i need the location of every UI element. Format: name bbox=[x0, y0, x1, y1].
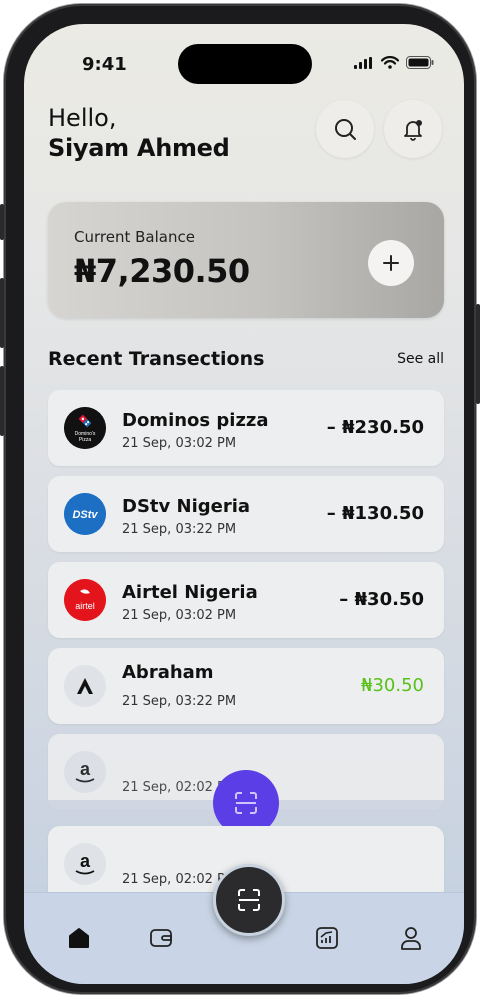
search-icon bbox=[335, 119, 356, 140]
transaction-amount: – ₦30.50 bbox=[339, 589, 424, 610]
transaction-amount: – ₦130.50 bbox=[326, 503, 424, 524]
add-money-button[interactable] bbox=[368, 240, 414, 286]
amazon-logo-icon: a bbox=[64, 751, 106, 793]
transaction-amount: – ₦230.50 bbox=[326, 417, 424, 438]
transaction-row-dominos[interactable]: Domino's Pizza Dominos pizza 21 Sep, 03:… bbox=[48, 390, 444, 466]
transaction-name: Abraham bbox=[122, 662, 214, 683]
amazon-logo-icon: a bbox=[64, 843, 106, 885]
see-all-link[interactable]: See all bbox=[397, 351, 444, 367]
home-icon bbox=[69, 928, 89, 948]
tab-home[interactable] bbox=[64, 923, 94, 953]
phone-frame: 9:41 Hello, Siyam Ahmed Current Balance … bbox=[0, 4, 480, 994]
scan-button[interactable] bbox=[213, 864, 285, 936]
chart-icon bbox=[316, 927, 338, 949]
greeting-text: Hello, bbox=[48, 104, 117, 132]
user-icon bbox=[401, 927, 421, 950]
plus-icon bbox=[383, 255, 399, 271]
balance-label: Current Balance bbox=[74, 228, 195, 246]
transaction-row-airtel[interactable]: airtel Airtel Nigeria 21 Sep, 03:02 PM –… bbox=[48, 562, 444, 638]
volume-down-button bbox=[0, 366, 4, 436]
search-button[interactable] bbox=[316, 100, 374, 158]
svg-text:airtel: airtel bbox=[75, 601, 95, 611]
abraham-logo-icon bbox=[64, 665, 106, 707]
svg-text:a: a bbox=[80, 759, 91, 779]
screen: 9:41 Hello, Siyam Ahmed Current Balance … bbox=[24, 24, 464, 984]
power-button bbox=[476, 304, 480, 404]
transaction-date: 21 Sep, 03:02 PM bbox=[122, 608, 237, 623]
wallet-icon bbox=[150, 929, 172, 947]
transaction-date: 21 Sep, 03:22 PM bbox=[122, 522, 237, 537]
transaction-name: Airtel Nigeria bbox=[122, 582, 258, 603]
volume-up-button bbox=[0, 278, 4, 348]
scan-icon bbox=[238, 889, 260, 911]
tab-stats[interactable] bbox=[312, 923, 342, 953]
greeting-block: Hello, Siyam Ahmed bbox=[48, 104, 230, 162]
section-title: Recent Transections bbox=[48, 348, 265, 370]
signal-icon bbox=[354, 56, 372, 69]
scan-icon bbox=[235, 792, 257, 814]
dynamic-island bbox=[178, 44, 312, 84]
svg-text:DStv: DStv bbox=[72, 509, 98, 521]
tab-wallet[interactable] bbox=[146, 923, 176, 953]
dominos-logo-icon: Domino's Pizza bbox=[64, 407, 106, 449]
transaction-date: 21 Sep, 03:02 PM bbox=[122, 436, 237, 451]
mute-switch bbox=[0, 204, 4, 240]
status-time: 9:41 bbox=[82, 54, 127, 75]
svg-text:Pizza: Pizza bbox=[79, 437, 91, 443]
svg-text:a: a bbox=[80, 851, 91, 871]
balance-amount: ₦7,230.50 bbox=[74, 252, 250, 290]
transaction-name: DStv Nigeria bbox=[122, 496, 251, 517]
transaction-name: Dominos pizza bbox=[122, 410, 269, 431]
bell-icon bbox=[404, 120, 422, 141]
transaction-row-dstv[interactable]: DStv DStv Nigeria 21 Sep, 03:22 PM – ₦13… bbox=[48, 476, 444, 552]
dstv-logo-icon: DStv bbox=[64, 493, 106, 535]
wifi-icon bbox=[381, 56, 399, 69]
transaction-date: 21 Sep, 03:22 PM bbox=[122, 694, 237, 709]
airtel-logo-icon: airtel bbox=[64, 579, 106, 621]
battery-icon bbox=[406, 56, 434, 69]
status-icons bbox=[354, 56, 434, 69]
transaction-amount: ₦30.50 bbox=[361, 675, 424, 696]
user-name: Siyam Ahmed bbox=[48, 134, 230, 162]
transaction-row-abraham[interactable]: Abraham 21 Sep, 03:22 PM ₦30.50 bbox=[48, 648, 444, 724]
balance-card: Current Balance ₦7,230.50 bbox=[48, 202, 444, 318]
tab-profile[interactable] bbox=[396, 923, 426, 953]
notification-button[interactable] bbox=[384, 100, 442, 158]
